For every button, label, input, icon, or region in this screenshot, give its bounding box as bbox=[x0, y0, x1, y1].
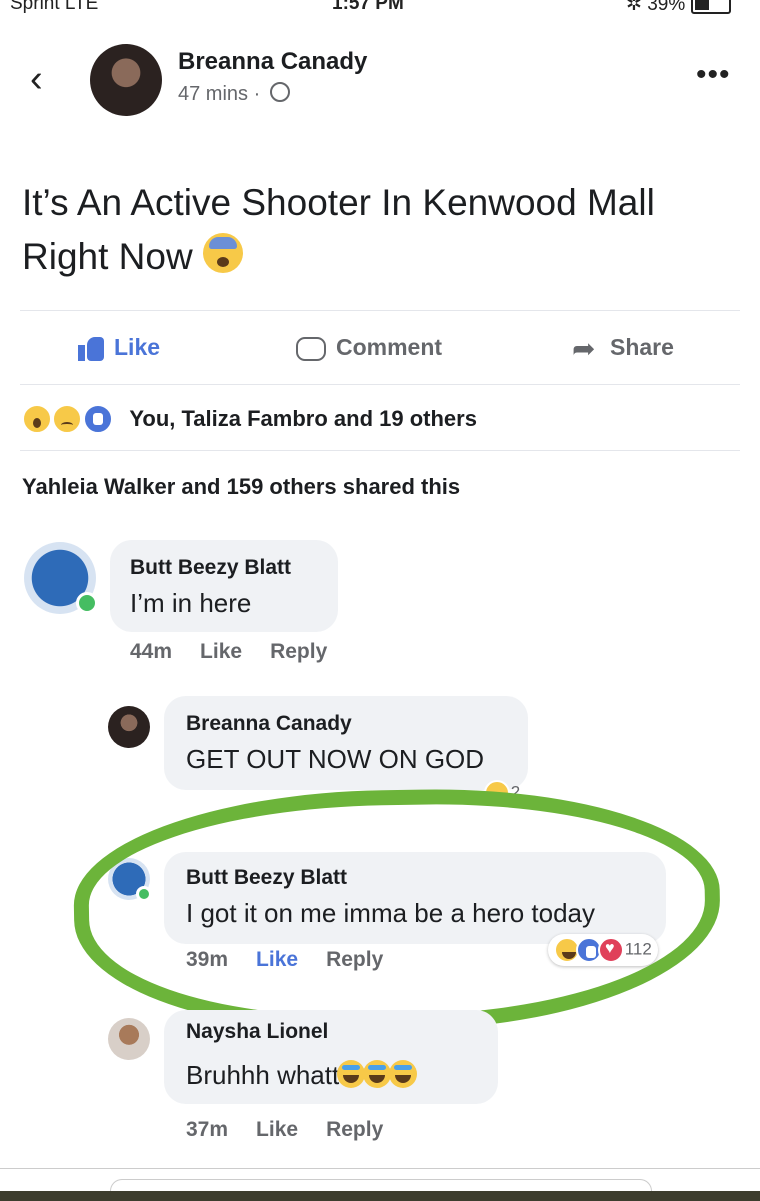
comment-text: GET OUT NOW ON GOD bbox=[186, 744, 485, 774]
comment-author[interactable]: Butt Beezy Blatt bbox=[186, 866, 347, 890]
like-label: Like bbox=[114, 334, 161, 360]
comment-text: I’m in here bbox=[130, 588, 252, 618]
post-action-bar: Like Comment Share bbox=[0, 318, 760, 378]
comment-author[interactable]: Breanna Canady bbox=[186, 712, 352, 736]
comment-reactions[interactable]: 2 bbox=[484, 780, 520, 806]
comment-icon bbox=[296, 336, 326, 361]
globe-icon bbox=[269, 82, 290, 102]
comment-text: Bruhhh whatt bbox=[186, 1060, 340, 1090]
commenter-avatar[interactable] bbox=[108, 706, 150, 748]
comment-meta: 44m Like Reply bbox=[130, 640, 355, 664]
battery-icon bbox=[690, 0, 731, 14]
tears-of-joy-icon bbox=[337, 1060, 366, 1088]
post-text: It’s An Active Shooter In Kenwood Mall R… bbox=[22, 182, 655, 277]
clock: 1:57 PM bbox=[332, 0, 404, 14]
comment-text: I got it on me imma be a hero today bbox=[186, 898, 595, 928]
share-label: Share bbox=[610, 334, 674, 360]
like-reaction-icon bbox=[82, 404, 113, 434]
share-button[interactable]: Share bbox=[572, 332, 674, 365]
comment-text-row: Bruhhh whatt bbox=[186, 1060, 418, 1095]
comment-time: 37m bbox=[186, 1118, 229, 1141]
comment-composer bbox=[0, 1168, 760, 1201]
meta-separator: · bbox=[253, 83, 261, 105]
tears-of-joy-icon bbox=[389, 1060, 418, 1088]
comment-like-button[interactable]: Like bbox=[256, 948, 298, 971]
comment-reply-button[interactable]: Reply bbox=[270, 640, 327, 663]
comment-bubble bbox=[164, 696, 528, 790]
fearful-face-icon bbox=[202, 233, 243, 273]
comment-meta: 37m Like Reply bbox=[186, 1118, 411, 1142]
comment-label: Comment bbox=[336, 334, 443, 360]
like-button[interactable]: Like bbox=[78, 334, 160, 361]
post-body: It’s An Active Shooter In Kenwood Mall R… bbox=[22, 176, 742, 284]
commenter-avatar[interactable] bbox=[108, 1018, 150, 1060]
comment-author[interactable]: Naysha Lionel bbox=[186, 1020, 328, 1044]
comment-reaction-count: 2 bbox=[510, 782, 521, 802]
comment-reply-button[interactable]: Reply bbox=[326, 948, 383, 971]
battery-indicator: ✲ 39% bbox=[626, 0, 731, 16]
shares-summary[interactable]: Yahleia Walker and 159 others shared thi… bbox=[22, 474, 460, 500]
comment-author[interactable]: Butt Beezy Blatt bbox=[130, 556, 291, 580]
comment-like-button[interactable]: Like bbox=[256, 1118, 298, 1141]
comment-reply-button[interactable]: Reply bbox=[326, 1118, 383, 1141]
author-avatar[interactable] bbox=[90, 44, 162, 116]
emoji-group bbox=[337, 1060, 418, 1095]
share-arrow-icon bbox=[572, 332, 600, 365]
post-time[interactable]: 47 mins bbox=[178, 83, 248, 105]
tears-of-joy-icon bbox=[363, 1060, 392, 1088]
post-header: ‹ Breanna Canady 47 mins · ••• bbox=[0, 38, 760, 128]
comment-button[interactable]: Comment bbox=[296, 334, 442, 361]
divider bbox=[20, 310, 740, 311]
comment-like-button[interactable]: Like bbox=[200, 640, 242, 663]
comment-meta: 39m Like Reply bbox=[186, 948, 411, 972]
online-status-dot bbox=[136, 886, 152, 902]
more-options-icon[interactable]: ••• bbox=[696, 58, 731, 92]
status-bar: Sprint LTE 1:57 PM ✲ 39% bbox=[0, 0, 760, 20]
wow-reaction-icon bbox=[22, 404, 52, 434]
divider bbox=[20, 384, 740, 385]
online-status-dot bbox=[76, 592, 98, 614]
battery-label: ✲ 39% bbox=[626, 0, 686, 15]
divider bbox=[20, 450, 740, 451]
comment-reaction-count: 112 bbox=[624, 939, 652, 959]
post-author-name[interactable]: Breanna Canady bbox=[178, 48, 367, 76]
back-chevron-icon[interactable]: ‹ bbox=[30, 60, 43, 98]
thumbs-up-icon bbox=[78, 336, 104, 361]
reactions-text: You, Taliza Fambro and 19 others bbox=[129, 406, 477, 431]
comment-time: 39m bbox=[186, 948, 229, 971]
reactions-summary[interactable]: You, Taliza Fambro and 19 others bbox=[22, 404, 477, 440]
post-meta: 47 mins · bbox=[178, 82, 290, 106]
sad-reaction-icon bbox=[52, 404, 83, 434]
carrier-label: Sprint LTE bbox=[10, 0, 99, 14]
love-reaction-icon bbox=[598, 937, 624, 963]
comment-time: 44m bbox=[130, 640, 173, 663]
haha-reaction-icon bbox=[484, 780, 510, 806]
comment-reactions[interactable]: 112 bbox=[548, 934, 658, 966]
